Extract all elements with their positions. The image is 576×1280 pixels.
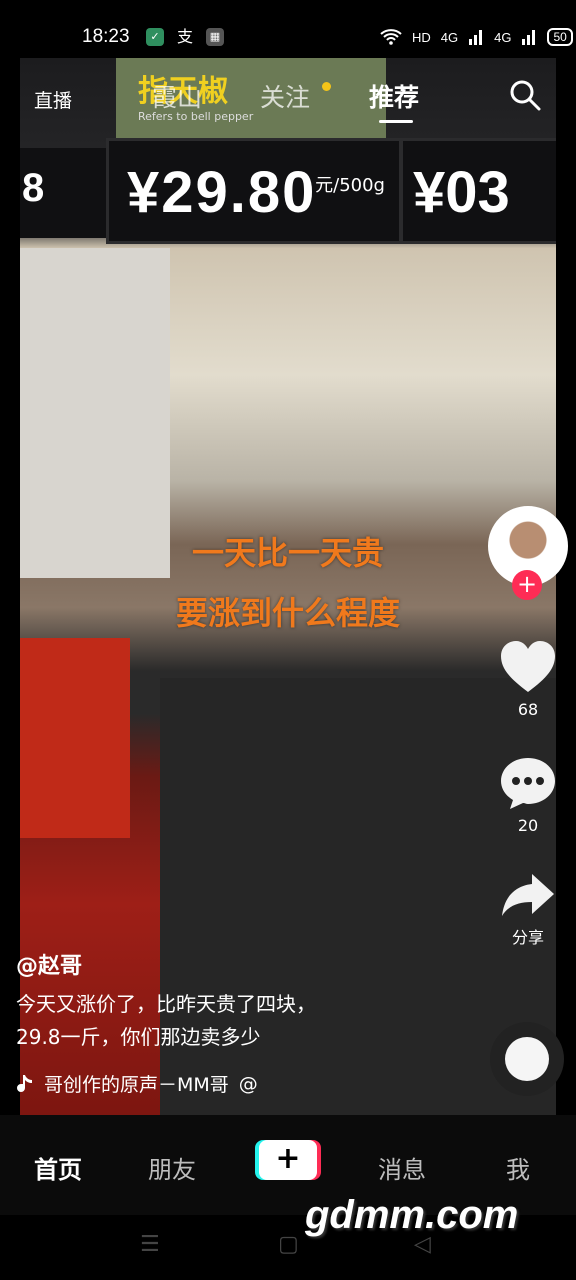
like-button[interactable]: 68 bbox=[488, 640, 568, 719]
comment-button[interactable]: 20 bbox=[488, 756, 568, 835]
tab-me[interactable]: 我 bbox=[506, 1150, 530, 1185]
comment-count: 20 bbox=[517, 816, 539, 835]
active-tab-indicator bbox=[379, 120, 413, 123]
watermark: gdmm.com bbox=[305, 1193, 519, 1237]
price-board-right: ¥03 bbox=[400, 138, 556, 244]
alipay-icon: 支 bbox=[176, 27, 194, 46]
video-player[interactable]: 指天椒 Refers to bell pepper 8 ¥29.80 元/500… bbox=[20, 58, 556, 1115]
bell-peppers bbox=[20, 638, 130, 838]
music-info[interactable]: 哥创作的原声－MM哥 @ bbox=[16, 1070, 258, 1097]
top-navigation: 直播 霞山 关注 推荐 bbox=[0, 74, 576, 123]
like-count: 68 bbox=[517, 700, 539, 719]
price-main: ¥29.80 bbox=[127, 160, 317, 225]
live-button[interactable]: 直播 bbox=[34, 86, 72, 113]
tab-friends[interactable]: 朋友 bbox=[148, 1150, 196, 1185]
search-icon[interactable] bbox=[508, 78, 542, 112]
tab-home[interactable]: 首页 bbox=[34, 1150, 82, 1185]
follow-button[interactable]: + bbox=[512, 570, 542, 600]
music-disc[interactable] bbox=[490, 1022, 564, 1096]
caption-line-2: 要涨到什么程度 bbox=[175, 594, 400, 632]
music-title: 哥创作的原声－MM哥 bbox=[44, 1074, 229, 1096]
tab-following[interactable]: 关注 bbox=[260, 78, 310, 114]
tab-recommended[interactable]: 推荐 bbox=[369, 78, 419, 114]
post-description: 今天又涨价了，比昨天贵了四块， 29.8一斤，你们那边卖多少 bbox=[16, 988, 396, 1054]
music-suffix: @ bbox=[238, 1072, 258, 1095]
price-board-main: ¥29.80 元/500g bbox=[106, 138, 402, 244]
price-board-left: 8 bbox=[20, 148, 106, 238]
price-left: 8 bbox=[22, 166, 45, 210]
sim-icon: ▦ bbox=[206, 28, 224, 46]
description-line-1: 今天又涨价了，比昨天贵了四块， bbox=[16, 992, 316, 1016]
wifi-icon bbox=[380, 29, 402, 45]
following-notification-dot bbox=[322, 82, 331, 91]
tab-messages[interactable]: 消息 bbox=[378, 1150, 426, 1185]
battery-indicator: 50 bbox=[547, 28, 573, 46]
signal-4g-label-2: 4G bbox=[494, 29, 512, 45]
comment-icon bbox=[501, 758, 555, 809]
status-app-icons: ✓ 支 ▦ bbox=[146, 28, 224, 46]
signal-icon-2 bbox=[522, 30, 536, 45]
price-unit: 元/500g bbox=[315, 175, 385, 196]
share-button[interactable]: 分享 bbox=[488, 872, 568, 948]
menu-icon[interactable]: ☰ bbox=[140, 1232, 160, 1257]
tab-local[interactable]: 霞山 bbox=[152, 78, 202, 114]
wechat-icon: ✓ bbox=[146, 28, 164, 46]
heart-icon bbox=[501, 641, 555, 692]
create-button[interactable]: + bbox=[259, 1140, 317, 1180]
description-line-2: 29.8一斤，你们那边卖多少 bbox=[16, 1025, 261, 1049]
home-icon[interactable]: ▢ bbox=[278, 1232, 299, 1257]
status-bar: 18:23 ✓ 支 ▦ HD 4G 4G 50 bbox=[0, 0, 576, 58]
author-name[interactable]: @赵哥 bbox=[16, 948, 82, 980]
hd-label: HD bbox=[412, 29, 431, 45]
signal-icon bbox=[469, 30, 483, 45]
signal-4g-label: 4G bbox=[440, 29, 459, 45]
status-indicators: HD 4G 4G 50 bbox=[380, 28, 573, 46]
share-label: 分享 bbox=[511, 928, 544, 947]
price-right: ¥03 bbox=[413, 160, 510, 225]
share-icon bbox=[502, 874, 554, 916]
music-disc-cover bbox=[505, 1037, 549, 1081]
music-note-icon bbox=[17, 1074, 32, 1092]
status-time: 18:23 bbox=[82, 26, 130, 47]
